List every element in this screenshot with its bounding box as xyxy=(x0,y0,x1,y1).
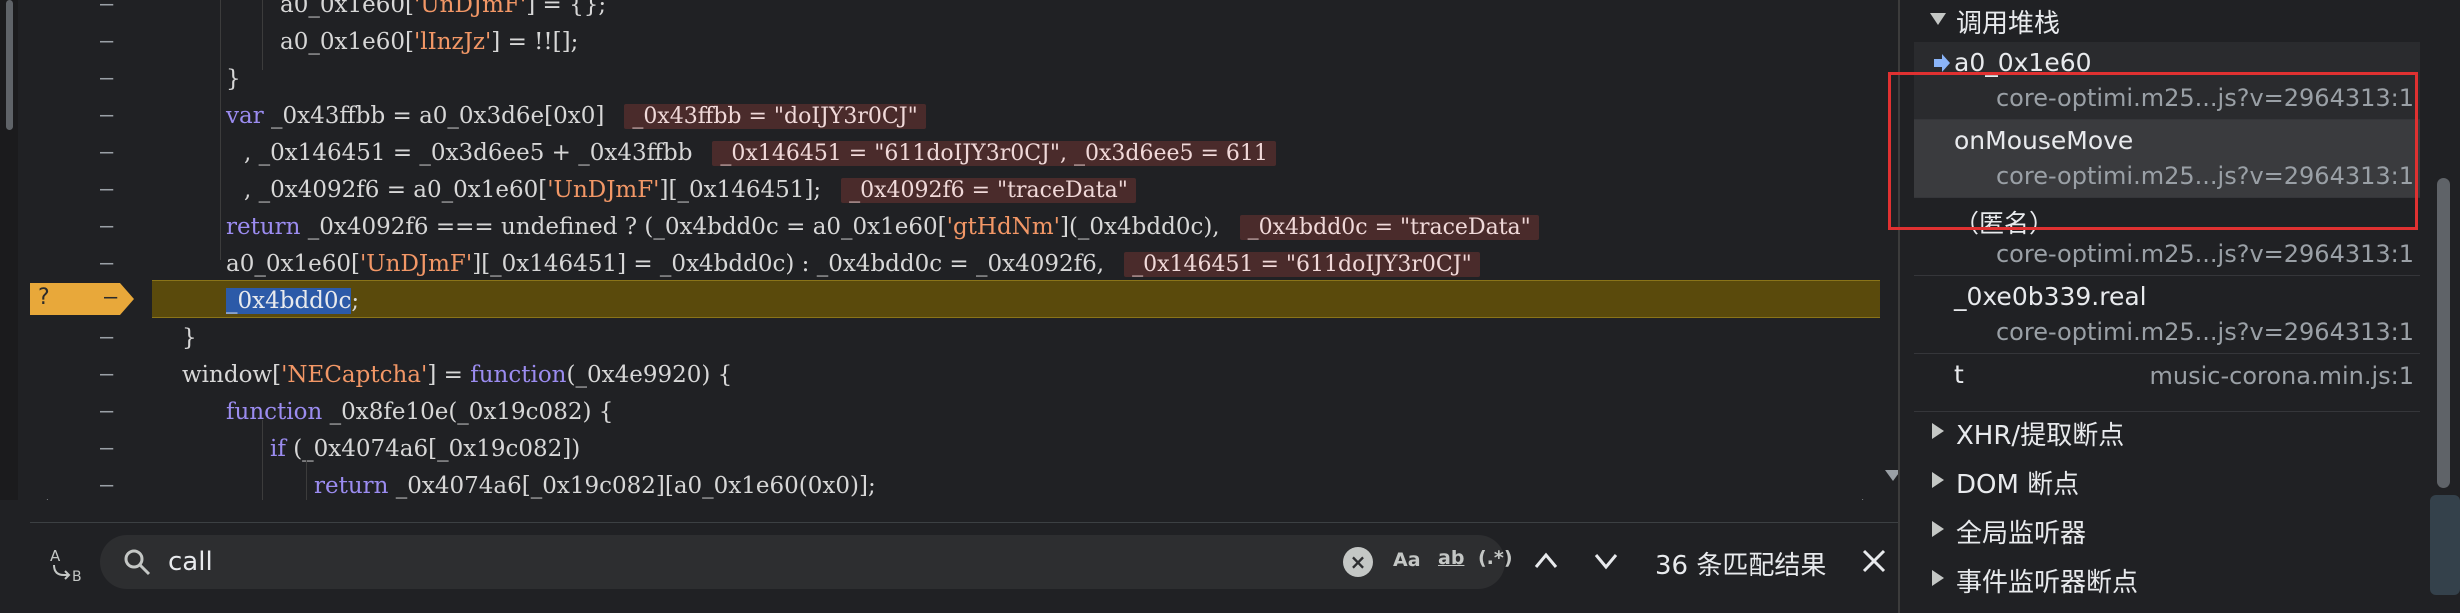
annotation-highlight-box xyxy=(1888,72,2418,230)
code-line: – a0_0x1e60['lInzJz'] = !![]; xyxy=(0,23,1880,61)
code-line: – return _0x4092f6 === undefined ? (_0x4b… xyxy=(0,208,1880,246)
call-stack-frame[interactable]: _0xe0b339.real core-optimi.m25...js?v=296… xyxy=(1914,276,2420,354)
code-text: window['NECaptcha'] = function(_0x4e9920… xyxy=(182,362,733,388)
gutter-line-marker[interactable]: – xyxy=(100,66,113,91)
close-search-button[interactable] xyxy=(1856,543,1892,579)
previous-match-button[interactable] xyxy=(1526,541,1566,581)
call-stack-frame[interactable]: t music-corona.min.js:1 xyxy=(1914,354,2420,412)
frame-source-location[interactable]: core-optimi.m25...js?v=2964313:1 xyxy=(1996,318,2414,346)
code-line: – _0x4bdd0c; xyxy=(0,282,1880,320)
gutter-line-marker[interactable]: – xyxy=(100,0,113,17)
search-box: × Aa ab (.*) xyxy=(100,535,1513,589)
collapsed-section-header[interactable]: XHR/提取断点 xyxy=(1900,412,2420,452)
section-title: 全局监听器 xyxy=(1956,519,2087,549)
code-text: function _0x8fe10e(_0x19c082) { xyxy=(226,399,614,425)
code-text: , _0x146451 = _0x3d6ee5 + _0x43ffbb _0x14… xyxy=(244,140,1276,166)
code-line: – , _0x4092f6 = a0_0x1e60['UnDJmF'][_0x14… xyxy=(0,171,1880,209)
code-text: } xyxy=(182,325,197,351)
scroll-right-arrow-icon[interactable] xyxy=(1862,499,1872,500)
chevron-up-icon xyxy=(1534,552,1558,568)
regex-button[interactable]: (.*) xyxy=(1478,547,1513,569)
call-stack-header[interactable]: 调用堆栈 xyxy=(1900,0,2420,40)
collapsed-section-header[interactable]: 全局监听器 xyxy=(1900,510,2420,550)
section-title: XHR/提取断点 xyxy=(1956,421,2125,451)
frame-function-name: _0xe0b339.real xyxy=(1954,282,2147,311)
code-line: –} xyxy=(0,60,1880,98)
inline-variable-value: _0x4092f6 = "traceData" xyxy=(841,178,1136,203)
collapse-triangle-icon xyxy=(1932,423,1944,439)
inline-variable-value: _0x146451 = "611doIJY3r0CJ", _0x3d6ee5 =… xyxy=(712,141,1276,166)
code-line: – a0_0x1e60['UnDJmF'] = {}; xyxy=(0,0,1880,24)
expand-triangle-icon xyxy=(1930,13,1946,25)
section-title: DOM 断点 xyxy=(1956,470,2080,500)
svg-text:B: B xyxy=(72,569,82,585)
code-line: – a0_0x1e60['UnDJmF'][_0x146451] = _0x4bd… xyxy=(0,245,1880,283)
inline-variable-value: _0x4bdd0c = "traceData" xyxy=(1239,215,1539,240)
next-match-button[interactable] xyxy=(1586,541,1626,581)
indent-guide xyxy=(262,0,263,70)
close-icon xyxy=(1862,549,1886,573)
scroll-down-arrow-icon[interactable] xyxy=(1885,470,1898,481)
code-text: if (_0x4074a6[_0x19c082]) xyxy=(270,436,581,462)
replace-toggle-icon[interactable]: A B xyxy=(48,545,92,585)
breakpoint-condition-label: ? xyxy=(38,285,50,310)
gutter-line-marker[interactable]: – xyxy=(100,362,113,387)
breakpoint-marker[interactable]: ? – xyxy=(30,283,134,315)
svg-text:A: A xyxy=(50,547,61,565)
editor-horizontal-scrollbar[interactable] xyxy=(30,494,1885,500)
gutter-line-marker[interactable]: – xyxy=(100,399,113,424)
breakpoint-line-dash: – xyxy=(104,285,118,310)
code-text: _0x4bdd0c; xyxy=(226,288,360,314)
frame-function-name: t xyxy=(1954,360,1964,389)
indent-guide xyxy=(262,420,263,500)
section-title: 事件监听器断点 xyxy=(1956,568,2139,598)
sidebar-scroll-thumb[interactable] xyxy=(2437,178,2450,488)
code-line: – function _0x8fe10e(_0x19c082) { xyxy=(0,393,1880,431)
whole-word-button[interactable]: ab xyxy=(1438,547,1464,569)
search-bar: A B × Aa ab (.*) 36 条匹配结果 xyxy=(30,522,1898,600)
code-text: var _0x43ffbb = a0_0x3d6e[0x0] _0x43ffbb … xyxy=(226,103,926,129)
code-line: – if (_0x4074a6[_0x19c082]) xyxy=(0,430,1880,468)
code-text: a0_0x1e60['UnDJmF'] = {}; xyxy=(280,0,607,18)
gutter-line-marker[interactable]: – xyxy=(100,29,113,54)
inline-variable-value: _0x146451 = "611doIJY3r0CJ" xyxy=(1124,252,1480,277)
gutter-line-marker[interactable]: – xyxy=(100,103,113,128)
code-line: –} xyxy=(0,319,1880,357)
frame-source-location[interactable]: core-optimi.m25...js?v=2964313:1 xyxy=(1996,240,2414,268)
gutter-line-marker[interactable]: – xyxy=(100,325,113,350)
code-text: return _0x4092f6 === undefined ? (_0x4bd… xyxy=(226,214,1539,240)
code-line: – window['NECaptcha'] = function(_0x4e992… xyxy=(0,356,1880,394)
collapse-triangle-icon xyxy=(1932,521,1944,537)
gutter-line-marker[interactable]: – xyxy=(100,214,113,239)
code-text: } xyxy=(226,66,241,92)
match-count: 36 条匹配结果 xyxy=(1655,551,1827,581)
scroll-left-arrow-icon[interactable] xyxy=(38,499,48,500)
gutter-line-marker[interactable]: – xyxy=(100,251,113,276)
frame-source-location[interactable]: music-corona.min.js:1 xyxy=(2150,362,2414,390)
gutter-line-marker[interactable]: – xyxy=(100,436,113,461)
indent-guide xyxy=(220,0,221,260)
inline-variable-value: _0x43ffbb = "doIJY3r0CJ" xyxy=(624,104,926,129)
chevron-down-icon xyxy=(1594,554,1618,570)
code-line: – var _0x43ffbb = a0_0x3d6e[0x0] _0x43ffbb… xyxy=(0,97,1880,135)
code-text: a0_0x1e60['UnDJmF'][_0x146451] = _0x4bdd… xyxy=(226,251,1480,277)
gutter-line-marker[interactable]: – xyxy=(100,177,113,202)
search-input[interactable] xyxy=(168,544,1348,580)
clear-search-icon[interactable]: × xyxy=(1343,547,1373,577)
window-edge-thumbnail xyxy=(2430,495,2460,595)
selected-token: _0x4bdd0c xyxy=(226,288,352,314)
collapsed-section-header[interactable]: 事件监听器断点 xyxy=(1900,559,2420,599)
collapsed-section-header[interactable]: DOM 断点 xyxy=(1900,461,2420,501)
code-text: , _0x4092f6 = a0_0x1e60['UnDJmF'][_0x146… xyxy=(244,177,1136,203)
code-line: – , _0x146451 = _0x3d6ee5 + _0x43ffbb _0x1… xyxy=(0,134,1880,172)
call-stack-title: 调用堆栈 xyxy=(1956,9,2061,39)
collapse-triangle-icon xyxy=(1932,570,1944,586)
code-editor[interactable]: – a0_0x1e60['UnDJmF'] = {}; – a0_0x1e60['lI… xyxy=(0,0,1898,500)
search-icon xyxy=(122,547,152,577)
collapse-triangle-icon xyxy=(1932,472,1944,488)
current-frame-arrow-icon xyxy=(1934,54,1950,72)
match-case-button[interactable]: Aa xyxy=(1393,549,1421,571)
code-text: a0_0x1e60['lInzJz'] = !![]; xyxy=(280,29,579,55)
gutter-line-marker[interactable]: – xyxy=(100,140,113,165)
